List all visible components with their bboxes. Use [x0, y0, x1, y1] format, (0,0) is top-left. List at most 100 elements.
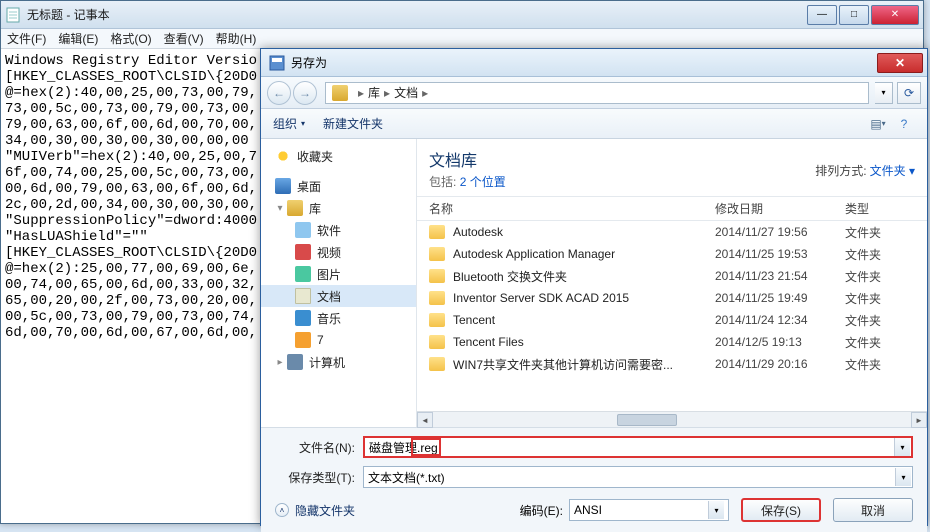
file-date: 2014/11/23 21:54: [715, 269, 845, 283]
nav-back-button[interactable]: ←: [267, 81, 291, 105]
horizontal-scrollbar[interactable]: ◄ ►: [417, 411, 927, 427]
tree-favorites[interactable]: 收藏夹: [261, 145, 416, 167]
encoding-value: ANSI: [574, 503, 602, 517]
column-headers: 名称 修改日期 类型: [417, 197, 927, 221]
filename-input[interactable]: [369, 440, 894, 454]
scroll-thumb[interactable]: [617, 414, 677, 426]
file-row[interactable]: Autodesk2014/11/27 19:56文件夹: [417, 221, 927, 243]
close-button[interactable]: ✕: [871, 5, 919, 25]
folder-icon: [429, 313, 445, 327]
dialog-close-button[interactable]: ✕: [877, 53, 923, 73]
software-icon: [295, 222, 311, 238]
tree-music[interactable]: 音乐: [261, 307, 416, 329]
file-type: 文件夹: [845, 356, 915, 373]
encoding-select[interactable]: ANSI ▾: [569, 499, 729, 521]
nav-forward-button[interactable]: →: [293, 81, 317, 105]
file-date: 2014/11/25 19:53: [715, 247, 845, 261]
encoding-label: 编码(E):: [520, 502, 563, 519]
menu-edit[interactable]: 编辑(E): [58, 30, 98, 47]
filename-dropdown[interactable]: ▾: [894, 438, 910, 456]
menu-view[interactable]: 查看(V): [164, 30, 204, 47]
notepad-titlebar[interactable]: 无标题 - 记事本 — □ ✕: [1, 1, 923, 29]
menu-help[interactable]: 帮助(H): [216, 30, 257, 47]
filetype-value: 文本文档(*.txt): [368, 469, 895, 486]
file-date: 2014/12/5 19:13: [715, 335, 845, 349]
col-name[interactable]: 名称: [429, 200, 715, 217]
expand-icon[interactable]: ▾: [275, 203, 285, 214]
file-name: Autodesk: [453, 225, 715, 239]
tree-software[interactable]: 软件: [261, 219, 416, 241]
encoding-dropdown[interactable]: ▾: [708, 501, 724, 519]
crumb-lib[interactable]: 库: [368, 84, 380, 101]
nav-bar: ← → ▸ 库 ▸ 文档 ▸ ▾ ⟳: [261, 77, 927, 109]
maximize-button[interactable]: □: [839, 5, 869, 25]
new-folder-button[interactable]: 新建文件夹: [323, 115, 383, 132]
arrange-by-link[interactable]: 文件夹 ▾: [870, 164, 915, 178]
library-header: 文档库 包括: 2 个位置 排列方式: 文件夹 ▾: [417, 139, 927, 197]
tree-seven[interactable]: 7: [261, 329, 416, 351]
file-type: 文件夹: [845, 290, 915, 307]
view-options-button[interactable]: ▤▾: [867, 113, 889, 135]
file-row[interactable]: Inventor Server SDK ACAD 20152014/11/25 …: [417, 287, 927, 309]
file-type: 文件夹: [845, 246, 915, 263]
file-name: Tencent: [453, 313, 715, 327]
crumb-doc[interactable]: 文档: [394, 84, 418, 101]
minimize-button[interactable]: —: [807, 5, 837, 25]
file-name: Autodesk Application Manager: [453, 247, 715, 261]
file-row[interactable]: Tencent2014/11/24 12:34文件夹: [417, 309, 927, 331]
document-icon: [295, 288, 311, 304]
tree-libraries[interactable]: ▾库: [261, 197, 416, 219]
filename-field[interactable]: ▾: [363, 436, 913, 458]
tree-videos[interactable]: 视频: [261, 241, 416, 263]
file-row[interactable]: WIN7共享文件夹其他计算机访问需要密...2014/11/29 20:16文件…: [417, 353, 927, 375]
file-row[interactable]: Autodesk Application Manager2014/11/25 1…: [417, 243, 927, 265]
folder-icon: [429, 247, 445, 261]
filename-label: 文件名(N):: [275, 439, 355, 456]
scroll-right-button[interactable]: ►: [911, 412, 927, 428]
notepad-menubar: 文件(F) 编辑(E) 格式(O) 查看(V) 帮助(H): [1, 29, 923, 49]
file-name: WIN7共享文件夹其他计算机访问需要密...: [453, 356, 715, 373]
tree-documents[interactable]: 文档: [261, 285, 416, 307]
notepad-title: 无标题 - 记事本: [27, 6, 805, 23]
menu-format[interactable]: 格式(O): [110, 30, 151, 47]
col-type[interactable]: 类型: [845, 200, 915, 217]
filetype-field[interactable]: 文本文档(*.txt) ▾: [363, 466, 913, 488]
picture-icon: [295, 266, 311, 282]
video-icon: [295, 244, 311, 260]
notepad-icon: [5, 7, 21, 23]
organize-menu[interactable]: 组织▾: [273, 115, 305, 132]
breadcrumb[interactable]: ▸ 库 ▸ 文档 ▸: [325, 82, 869, 104]
tree-computer[interactable]: ▸计算机: [261, 351, 416, 373]
help-icon[interactable]: ?: [893, 113, 915, 135]
col-date[interactable]: 修改日期: [715, 200, 845, 217]
content-area: 收藏夹 桌面 ▾库 软件 视频 图片 文档 音乐 7 ▸计算机 文档库 包括: …: [261, 139, 927, 427]
folder-icon: [429, 225, 445, 239]
file-date: 2014/11/29 20:16: [715, 357, 845, 371]
file-row[interactable]: Bluetooth 交换文件夹2014/11/23 21:54文件夹: [417, 265, 927, 287]
file-list-pane: 文档库 包括: 2 个位置 排列方式: 文件夹 ▾ 名称 修改日期 类型 Aut…: [417, 139, 927, 427]
chevron-up-icon: ˄: [275, 503, 289, 517]
file-name: Inventor Server SDK ACAD 2015: [453, 291, 715, 305]
save-button[interactable]: 保存(S): [741, 498, 821, 522]
cancel-button[interactable]: 取消: [833, 498, 913, 522]
nav-tree: 收藏夹 桌面 ▾库 软件 视频 图片 文档 音乐 7 ▸计算机: [261, 139, 417, 427]
filetype-dropdown[interactable]: ▾: [895, 468, 911, 486]
refresh-button[interactable]: ⟳: [897, 82, 921, 104]
hide-folders-toggle[interactable]: ˄ 隐藏文件夹: [275, 502, 355, 519]
library-icon: [287, 200, 303, 216]
scroll-left-button[interactable]: ◄: [417, 412, 433, 428]
file-date: 2014/11/24 12:34: [715, 313, 845, 327]
file-type: 文件夹: [845, 334, 915, 351]
locations-link[interactable]: 2 个位置: [460, 175, 506, 189]
file-name: Bluetooth 交换文件夹: [453, 268, 715, 285]
breadcrumb-dropdown[interactable]: ▾: [875, 82, 893, 104]
file-name: Tencent Files: [453, 335, 715, 349]
expand-icon[interactable]: ▸: [275, 357, 285, 368]
tree-pictures[interactable]: 图片: [261, 263, 416, 285]
menu-file[interactable]: 文件(F): [7, 30, 46, 47]
dialog-title: 另存为: [291, 54, 877, 71]
file-type: 文件夹: [845, 312, 915, 329]
dialog-titlebar[interactable]: 另存为 ✕: [261, 49, 927, 77]
tree-desktop[interactable]: 桌面: [261, 175, 416, 197]
file-row[interactable]: Tencent Files2014/12/5 19:13文件夹: [417, 331, 927, 353]
